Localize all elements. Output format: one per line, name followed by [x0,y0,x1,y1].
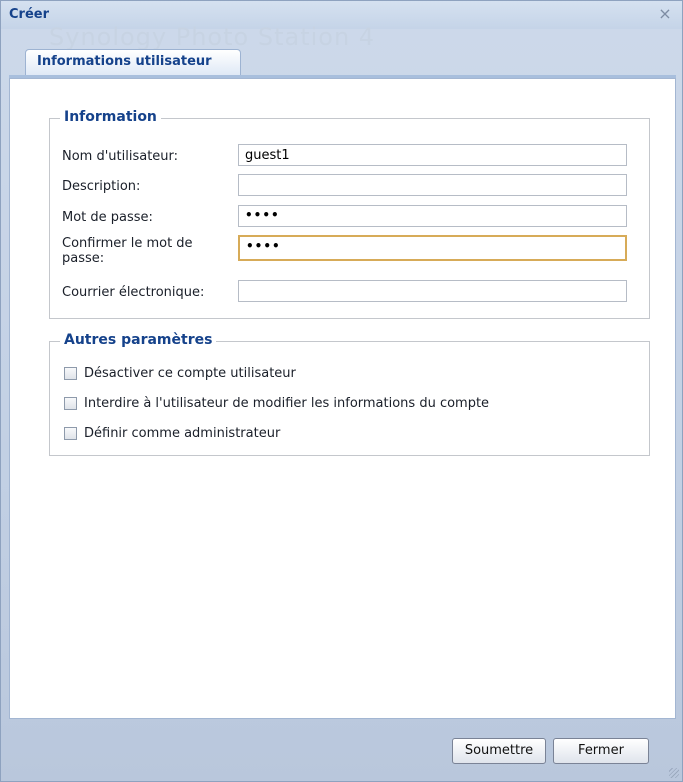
username-label: Nom d'utilisateur: [62,149,179,164]
dialog-title: Créer [9,7,49,22]
admin-label[interactable]: Définir comme administrateur [84,426,280,441]
password-input[interactable]: •••• [238,205,627,227]
description-label: Description: [62,179,141,194]
other-settings-legend: Autres paramètres [60,332,217,348]
tab-panel: Information Nom d'utilisateur: Descripti… [9,78,676,719]
create-user-dialog: Créer × Synology Photo Station 4 Informa… [0,0,683,782]
other-settings-fieldset: Autres paramètres Désactiver ce compte u… [49,332,650,456]
information-legend: Information [60,109,161,125]
disable-account-label[interactable]: Désactiver ce compte utilisateur [84,366,296,381]
close-icon[interactable]: × [656,5,674,23]
admin-checkbox[interactable] [64,427,77,440]
submit-button[interactable]: Soumettre [452,738,546,764]
username-input[interactable] [238,144,627,166]
dialog-titlebar[interactable]: Créer × [1,1,682,29]
confirm-password-label: Confirmer le mot de passe: [62,236,193,266]
disable-account-checkbox[interactable] [64,367,77,380]
lock-account-info-checkbox[interactable] [64,397,77,410]
confirm-password-input[interactable]: •••• [238,235,627,261]
lock-account-info-label[interactable]: Interdire à l'utilisateur de modifier le… [84,396,489,411]
resize-grip-icon[interactable] [669,768,679,778]
email-input[interactable] [238,280,627,302]
tab-user-info[interactable]: Informations utilisateur [25,49,241,75]
tab-strip: Informations utilisateur [9,49,676,78]
email-label: Courrier électronique: [62,285,205,300]
information-fieldset: Information Nom d'utilisateur: Descripti… [49,109,650,319]
password-label: Mot de passe: [62,210,153,225]
close-button[interactable]: Fermer [553,738,649,764]
description-input[interactable] [238,174,627,196]
